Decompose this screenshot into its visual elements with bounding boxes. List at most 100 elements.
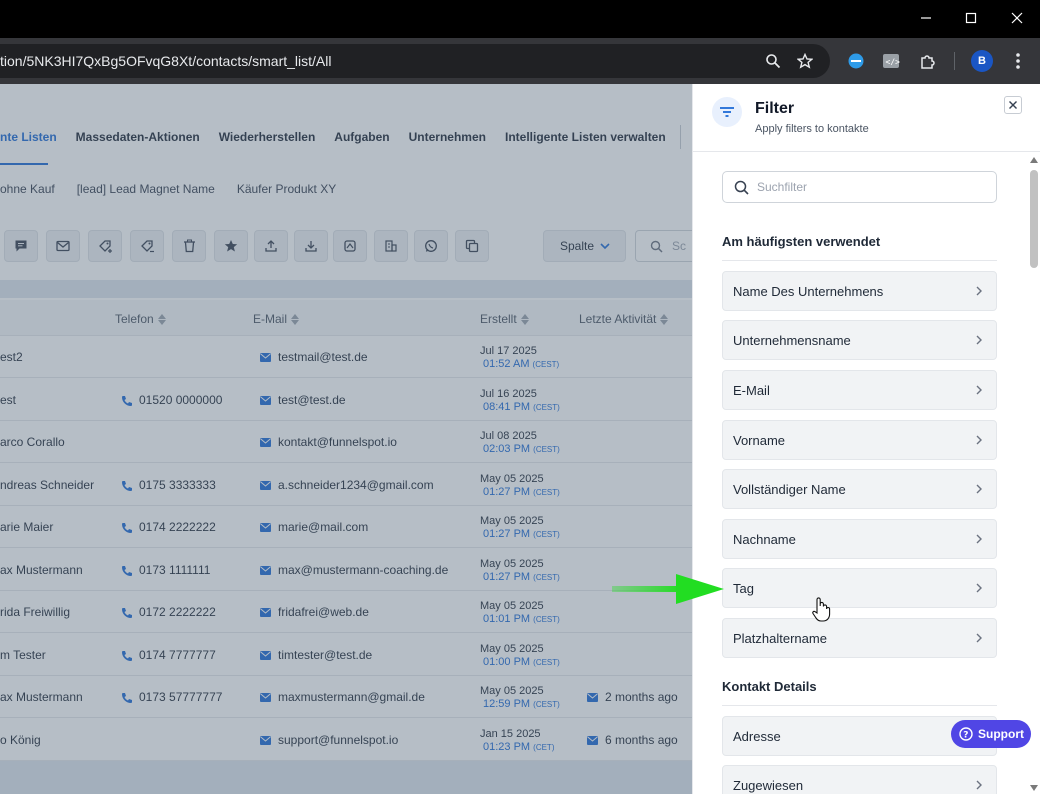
contact-phone[interactable]: 0173 1111111 — [121, 563, 210, 577]
filter-search-placeholder: Suchfilter — [757, 180, 808, 194]
contact-name[interactable]: rida Freiwillig — [0, 605, 70, 619]
contact-name[interactable]: ax Mustermann — [0, 563, 83, 577]
support-button[interactable]: ? Support — [951, 720, 1031, 748]
filter-item-tag[interactable]: Tag — [722, 568, 997, 608]
contacts-search-input[interactable]: Sc — [635, 230, 692, 262]
address-bar[interactable]: tion/5NK3HI7QxBg5OFvqG8Xt/contacts/smart… — [0, 44, 830, 78]
timezone-label: (CEST) — [533, 615, 560, 624]
filter-search-input[interactable]: Suchfilter — [722, 171, 997, 203]
scroll-thumb[interactable] — [1030, 170, 1038, 268]
scroll-down-arrow-icon[interactable] — [1030, 785, 1038, 791]
contact-name[interactable]: m Tester — [0, 648, 46, 662]
columns-dropdown[interactable]: Spalte — [543, 230, 626, 262]
company-button[interactable] — [374, 230, 408, 262]
review-button[interactable] — [214, 230, 248, 262]
header-created[interactable]: Erstellt — [480, 312, 529, 326]
contact-phone[interactable]: 0174 7777777 — [121, 648, 216, 662]
contact-name[interactable]: arco Corallo — [0, 435, 65, 449]
extensions-puzzle-icon[interactable] — [917, 50, 939, 72]
filter-item-company-name[interactable]: Name Des Unternehmens — [722, 271, 997, 311]
section-most-used: Am häufigsten verwendet — [722, 234, 881, 249]
delete-button[interactable] — [172, 230, 206, 262]
sms-button[interactable] — [4, 230, 38, 262]
table-row[interactable]: ax Mustermann 0173 1111111 max@musterman… — [0, 549, 692, 591]
contact-phone[interactable]: 0172 2222222 — [121, 605, 216, 619]
close-filter-button[interactable] — [1004, 96, 1022, 114]
created-time: 01:23 PM (CET) — [483, 741, 554, 753]
created-date: May 05 2025 — [480, 515, 544, 527]
remove-tag-button[interactable] — [130, 230, 164, 262]
whatsapp-button[interactable] — [414, 230, 448, 262]
add-tag-button[interactable] — [88, 230, 122, 262]
table-row[interactable]: o König support@funnelspot.io Jan 15 202… — [0, 719, 692, 761]
smart-list-item[interactable]: [lead] Lead Magnet Name — [77, 182, 215, 196]
contact-phone[interactable]: 01520 0000000 — [121, 393, 222, 407]
filter-item-placeholder-name[interactable]: Platzhaltername — [722, 618, 997, 658]
filter-item-assigned[interactable]: Zugewiesen — [722, 765, 997, 794]
contact-email[interactable]: marie@mail.com — [260, 520, 368, 534]
header-last-activity[interactable]: Letzte Aktivität — [579, 312, 669, 326]
tab-tasks[interactable]: Aufgaben — [334, 130, 389, 144]
header-email[interactable]: E-Mail — [253, 312, 300, 326]
bookmark-star-icon[interactable] — [796, 52, 814, 70]
filter-item-label: Name Des Unternehmens — [733, 283, 884, 299]
header-phone[interactable]: Telefon — [115, 312, 166, 326]
contact-name[interactable]: ax Mustermann — [0, 690, 83, 704]
devtools-extension-icon[interactable]: </> — [880, 50, 902, 72]
filter-scrollbar[interactable] — [1027, 154, 1040, 794]
tab-restore[interactable]: Wiederherstellen — [219, 130, 316, 144]
table-row[interactable]: rida Freiwillig 0172 2222222 fridafrei@w… — [0, 591, 692, 633]
filter-item-label: Nachname — [733, 531, 796, 547]
contact-email[interactable]: timtester@test.de — [260, 648, 372, 662]
tab-companies[interactable]: Unternehmen — [409, 130, 486, 144]
table-row[interactable]: ax Mustermann 0173 57777777 maxmusterman… — [0, 676, 692, 718]
contact-name[interactable]: est2 — [0, 350, 23, 364]
menu-kebab-icon[interactable] — [1007, 50, 1029, 72]
filter-item-last-name[interactable]: Nachname — [722, 519, 997, 559]
filter-item-first-name[interactable]: Vorname — [722, 420, 997, 460]
contact-phone[interactable]: 0174 2222222 — [121, 520, 216, 534]
contact-email[interactable]: test@test.de — [260, 393, 346, 407]
contact-email[interactable]: kontakt@funnelspot.io — [260, 435, 397, 449]
smart-list-item[interactable]: Käufer Produkt XY — [237, 182, 336, 196]
contact-name[interactable]: o König — [0, 733, 41, 747]
contact-name[interactable]: est — [0, 393, 16, 407]
contact-email[interactable]: support@funnelspot.io — [260, 733, 398, 747]
smart-list-item[interactable]: ohne Kauf — [0, 182, 55, 196]
contact-email[interactable]: a.schneider1234@gmail.com — [260, 478, 434, 492]
email-button[interactable] — [46, 230, 80, 262]
contact-name[interactable]: ndreas Schneider — [0, 478, 94, 492]
tab-smart-lists[interactable]: nte Listen — [0, 130, 57, 144]
table-row[interactable]: arco Corallo kontakt@funnelspot.io Jul 0… — [0, 421, 692, 463]
tab-manage-smart-lists[interactable]: Intelligente Listen verwalten — [505, 130, 666, 144]
contact-email[interactable]: testmail@test.de — [260, 350, 368, 364]
contact-phone[interactable]: 0173 57777777 — [121, 690, 222, 704]
maximize-button[interactable] — [948, 0, 994, 36]
extension-icon[interactable] — [845, 50, 867, 72]
table-row[interactable]: arie Maier 0174 2222222 marie@mail.com M… — [0, 506, 692, 548]
add-to-workflow-button[interactable] — [333, 230, 367, 262]
contact-email[interactable]: fridafrei@web.de — [260, 605, 369, 619]
merge-button[interactable] — [455, 230, 489, 262]
import-button[interactable] — [294, 230, 328, 262]
table-row[interactable]: m Tester 0174 7777777 timtester@test.de … — [0, 634, 692, 676]
filter-item-full-name[interactable]: Vollständiger Name — [722, 469, 997, 509]
contact-phone[interactable]: 0175 3333333 — [121, 478, 216, 492]
table-row[interactable]: ndreas Schneider 0175 3333333 a.schneide… — [0, 464, 692, 506]
scroll-up-arrow-icon[interactable] — [1030, 157, 1038, 163]
tab-bulk-actions[interactable]: Massedaten-Aktionen — [76, 130, 200, 144]
export-button[interactable] — [254, 230, 288, 262]
url-text[interactable]: tion/5NK3HI7QxBg5OFvqG8Xt/contacts/smart… — [0, 53, 331, 69]
profile-avatar[interactable]: B — [971, 50, 993, 72]
table-row[interactable]: est2 testmail@test.de Jul 17 2025 01:52 … — [0, 336, 692, 378]
close-window-button[interactable] — [994, 0, 1040, 36]
contact-email[interactable]: max@mustermann-coaching.de — [260, 563, 448, 577]
filter-item-email[interactable]: E-Mail — [722, 370, 997, 410]
contact-email[interactable]: maxmustermann@gmail.de — [260, 690, 425, 704]
filter-item-business-name[interactable]: Unternehmensname — [722, 320, 997, 360]
minimize-button[interactable] — [903, 0, 949, 36]
table-row[interactable]: est 01520 0000000 test@test.de Jul 16 20… — [0, 379, 692, 421]
mail-icon — [260, 395, 271, 405]
contact-name[interactable]: arie Maier — [0, 520, 53, 534]
zoom-icon[interactable] — [764, 52, 782, 70]
